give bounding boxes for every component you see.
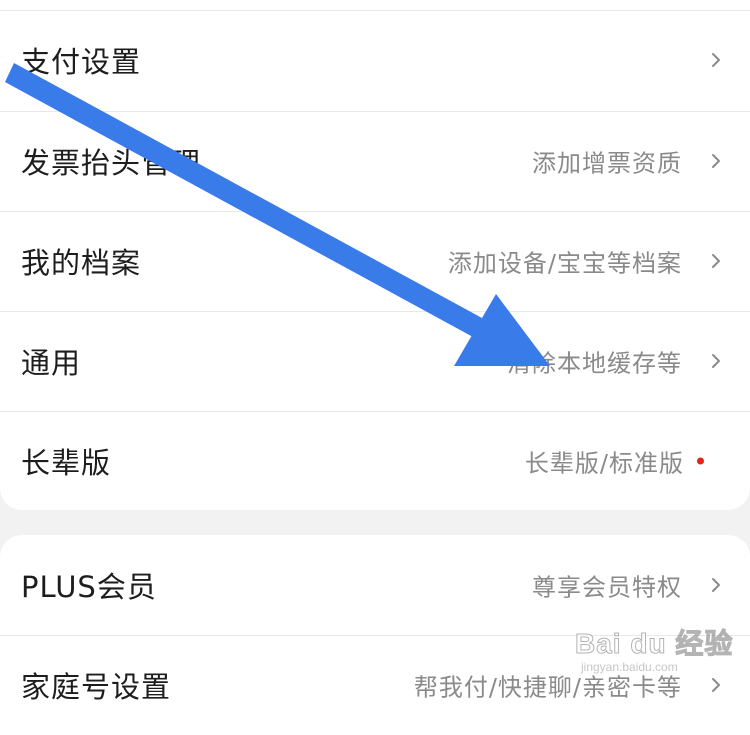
settings-item-value: 添加增票资质 bbox=[532, 149, 682, 178]
settings-item-label: 通用 bbox=[21, 346, 82, 380]
chevron-right-icon bbox=[712, 354, 720, 368]
settings-item-label: PLUS会员 bbox=[21, 570, 157, 604]
settings-group-1: 支付设置 发票抬头管理 添加增票资质 我的档案 添加设备/宝宝等档案 通用 清除… bbox=[0, 0, 750, 510]
settings-item-label: 家庭号设置 bbox=[21, 670, 172, 704]
chevron-right-icon bbox=[712, 254, 720, 268]
row-divider bbox=[0, 10, 750, 11]
settings-item-value: 尊享会员特权 bbox=[532, 573, 682, 602]
settings-item-payment[interactable]: 支付设置 bbox=[0, 10, 750, 110]
settings-item-label: 我的档案 bbox=[21, 246, 142, 280]
settings-item-label: 发票抬头管理 bbox=[21, 146, 202, 180]
settings-item-value: 添加设备/宝宝等档案 bbox=[447, 249, 682, 278]
settings-item-label: 长辈版 bbox=[21, 446, 112, 480]
watermark-url: jingyan.baidu.com bbox=[581, 660, 678, 674]
chevron-right-icon bbox=[712, 578, 720, 592]
row-divider bbox=[0, 211, 750, 212]
settings-item-my-profile[interactable]: 我的档案 添加设备/宝宝等档案 bbox=[0, 211, 750, 311]
settings-item-invoice-title[interactable]: 发票抬头管理 添加增票资质 bbox=[0, 111, 750, 211]
settings-item-label: 支付设置 bbox=[21, 45, 142, 79]
watermark-logo: Bai du 经验 bbox=[574, 628, 734, 660]
settings-item-value: 清除本地缓存等 bbox=[507, 349, 682, 378]
red-dot-badge bbox=[697, 457, 704, 465]
baidu-jingyan-watermark: Bai du 经验 jingyan.baidu.com bbox=[574, 622, 745, 682]
row-divider bbox=[0, 411, 750, 412]
settings-item-general[interactable]: 通用 清除本地缓存等 bbox=[0, 311, 750, 411]
settings-item-elder-mode[interactable]: 长辈版 长辈版/标准版 bbox=[0, 411, 750, 511]
settings-item-value: 长辈版/标准版 bbox=[524, 449, 684, 478]
row-divider bbox=[0, 311, 750, 312]
chevron-right-icon bbox=[712, 154, 720, 168]
row-divider bbox=[0, 111, 750, 112]
chevron-right-icon bbox=[712, 53, 720, 67]
settings-item-plus-member[interactable]: PLUS会员 尊享会员特权 bbox=[0, 535, 750, 635]
